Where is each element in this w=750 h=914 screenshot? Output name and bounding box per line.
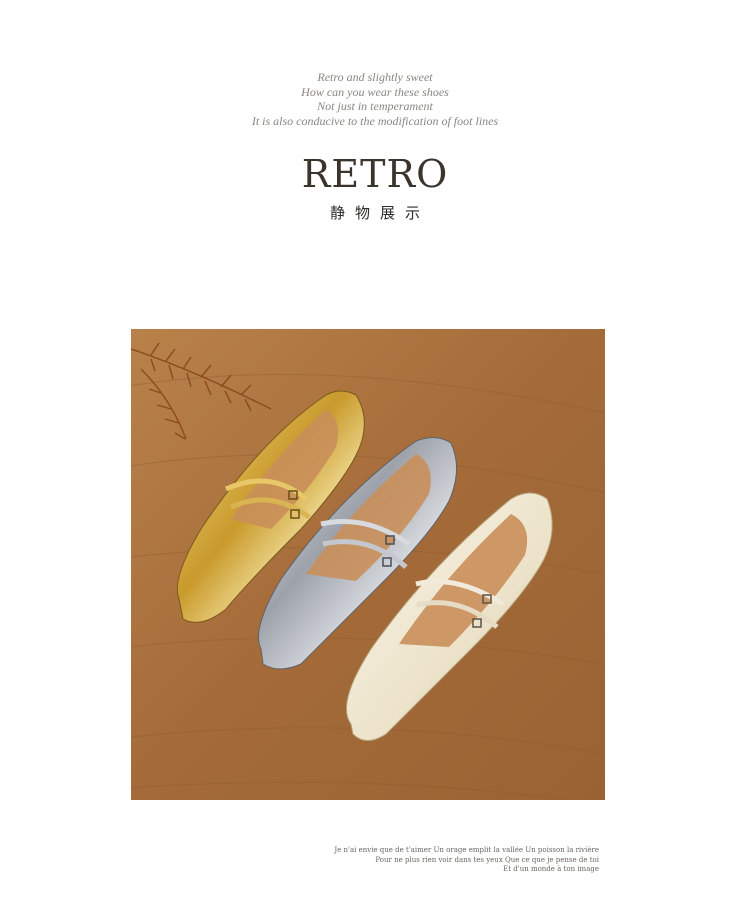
intro-line: It is also conducive to the modification…	[251, 113, 499, 128]
intro-line: How can you wear these shoes	[301, 84, 449, 99]
section-title: RETRO	[301, 152, 449, 196]
intro-text: Retro and slightly sweet How can you wea…	[0, 70, 750, 128]
caption-line: Et d'un monde à ton image	[503, 865, 599, 873]
poem-caption: Je n'ai envie que de t'aimer Un orage em…	[299, 846, 599, 875]
section-subtitle: 静物展示	[329, 204, 430, 222]
product-detail-page: Retro and slightly sweet How can you wea…	[0, 0, 750, 914]
product-photo	[131, 329, 605, 800]
intro-line: Retro and slightly sweet	[317, 70, 433, 84]
caption-line: Pour ne plus rien voir dans tes yeux Que…	[375, 855, 599, 864]
intro-line: Not just in temperament	[317, 99, 433, 113]
caption-line: Je n'ai envie que de t'aimer Un orage em…	[334, 846, 599, 854]
